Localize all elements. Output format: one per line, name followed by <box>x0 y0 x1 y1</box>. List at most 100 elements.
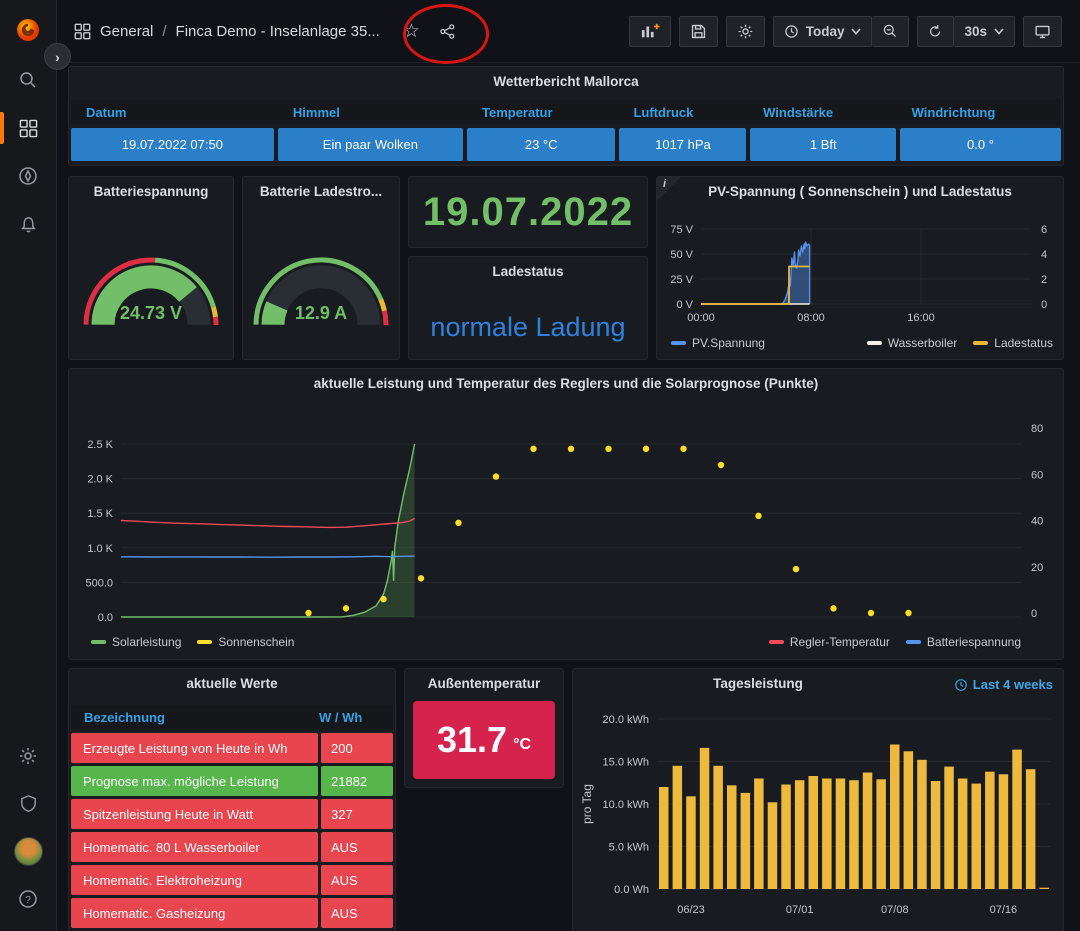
date-value: 19.07.2022 <box>409 177 647 247</box>
user-avatar[interactable] <box>0 831 56 871</box>
row-label: Homematic. Elektroheizung <box>71 865 318 895</box>
breadcrumb-section[interactable]: General <box>100 23 153 40</box>
help-icon[interactable]: ? <box>0 879 56 919</box>
svg-text:20: 20 <box>1031 562 1043 574</box>
svg-text:0: 0 <box>1031 608 1037 620</box>
dashboard-settings-button[interactable] <box>726 16 765 47</box>
sidebar-item-alerting-bell-icon[interactable] <box>0 204 56 244</box>
weather-cell-luftdruck: 1017 hPa <box>619 128 746 161</box>
svg-text:07/08: 07/08 <box>881 904 909 916</box>
legend-item-sonnenschein[interactable]: Sonnenschein <box>197 635 294 649</box>
svg-text:06/23: 06/23 <box>677 904 705 916</box>
legend-item-wasserboiler[interactable]: Wasserboiler <box>867 336 958 350</box>
column-header: Luftdruck <box>618 99 748 125</box>
weather-cell-windstaerke: 1 Bft <box>750 128 896 161</box>
panel-aussentemperatur: Außentemperatur 31.7 °C <box>404 668 564 788</box>
svg-text:80: 80 <box>1031 423 1043 435</box>
svg-text:07/16: 07/16 <box>990 904 1018 916</box>
legend-item-regler-temperatur[interactable]: Regler-Temperatur <box>769 635 890 649</box>
panel-title[interactable]: Batteriespannung <box>69 184 233 199</box>
sidebar: ? <box>0 0 57 931</box>
panel-pv-spannung: i PV-Spannung ( Sonnenschein ) und Lades… <box>656 176 1064 360</box>
temperature-stat: 31.7 °C <box>413 701 555 779</box>
panel-title[interactable]: Wetterbericht Mallorca <box>69 74 1063 89</box>
add-panel-button[interactable] <box>629 16 671 47</box>
main-legend-left: Solarleistung Sonnenschein <box>91 635 294 649</box>
panel-batteriespannung-gauge: Batteriespannung 24.73 V <box>68 176 234 360</box>
weather-cell-datum: 19.07.2022 07:50 <box>71 128 274 161</box>
ladestatus-value: normale Ladung <box>409 295 647 359</box>
table-row: Homematic. Elektroheizung AUS <box>71 865 393 895</box>
table-row: Prognose max. mögliche Leistung 21882 <box>71 766 393 796</box>
weather-cell-himmel: Ein paar Wolken <box>278 128 463 161</box>
svg-text:500.0: 500.0 <box>85 577 113 589</box>
sidebar-expand-button[interactable]: › <box>44 43 71 70</box>
svg-text:0 V: 0 V <box>676 299 693 311</box>
table-row: Erzeugte Leistung von Heute in Wh 200 <box>71 733 393 763</box>
temperature-unit: °C <box>513 736 531 754</box>
svg-text:15.0 kWh: 15.0 kWh <box>603 757 649 769</box>
toolbar: Today 30s <box>629 16 1062 47</box>
sidebar-item-dashboards[interactable] <box>0 108 56 148</box>
column-header: Bezeichnung <box>71 710 319 725</box>
svg-text:00:00: 00:00 <box>687 312 715 324</box>
svg-text:2.0 K: 2.0 K <box>87 474 113 486</box>
refresh-interval-dropdown[interactable]: 30s <box>954 16 1015 47</box>
share-icon[interactable] <box>439 23 456 40</box>
panel-datum: 19.07.2022 <box>408 176 648 248</box>
breadcrumb-dashboard-title[interactable]: Finca Demo - Inselanlage 35... <box>176 23 380 40</box>
svg-text:pro Tag: pro Tag <box>580 784 594 824</box>
kiosk-tv-button[interactable] <box>1023 16 1062 47</box>
legend-item-pv-spannung[interactable]: PV.Spannung <box>671 336 765 350</box>
settings-gear-icon[interactable] <box>0 736 56 776</box>
grafana-logo-icon[interactable] <box>0 10 56 50</box>
daily-bar-chart[interactable]: 20.0 kWh15.0 kWh10.0 kWh5.0 kWh0.0 Wh06/… <box>573 669 1065 931</box>
column-header: Temperatur <box>467 99 618 125</box>
sidebar-item-explore-compass-icon[interactable] <box>0 156 56 196</box>
row-value: AUS <box>321 832 393 862</box>
column-header: Windstärke <box>748 99 897 125</box>
main-legend-right: Regler-Temperatur Batteriespannung <box>769 635 1021 649</box>
svg-text:0.0: 0.0 <box>98 612 113 624</box>
column-header: Himmel <box>278 99 467 125</box>
weather-table-row: 19.07.2022 07:50 Ein paar Wolken 23 °C 1… <box>71 128 1061 161</box>
svg-text:07/01: 07/01 <box>786 904 814 916</box>
breadcrumb-separator: / <box>162 23 166 40</box>
weather-cell-temperatur: 23 °C <box>467 128 615 161</box>
zoom-out-button[interactable] <box>872 16 909 47</box>
panel-title[interactable]: aktuelle Werte <box>69 676 395 691</box>
main-chart[interactable]: 2.5 K2.0 K1.5 K1.0 K500.00.0806040200 <box>69 369 1065 661</box>
svg-text:10.0 kWh: 10.0 kWh <box>603 799 649 811</box>
panel-batterie-ladestrom-gauge: Batterie Ladestro... 12.9 A <box>242 176 400 360</box>
panel-wetterbericht: Wetterbericht Mallorca Datum Himmel Temp… <box>68 66 1064 166</box>
row-value: 21882 <box>321 766 393 796</box>
panel-title[interactable]: Ladestatus <box>409 264 647 279</box>
legend-item-solarleistung[interactable]: Solarleistung <box>91 635 181 649</box>
legend-item-batteriespannung[interactable]: Batteriespannung <box>906 635 1021 649</box>
star-icon[interactable]: ☆ <box>403 22 420 41</box>
pv-chart[interactable]: 75 V50 V25 V0 V642000:0008:0016:00 <box>657 177 1065 361</box>
row-value: AUS <box>321 865 393 895</box>
row-label: Spitzenleistung Heute in Watt <box>71 799 318 829</box>
time-picker-button[interactable]: Today <box>773 16 873 47</box>
column-header: Windrichtung <box>897 99 1061 125</box>
legend-item-ladestatus[interactable]: Ladestatus <box>973 336 1053 350</box>
svg-text:16:00: 16:00 <box>907 312 935 324</box>
time-range-label: Today <box>806 24 845 39</box>
gauge-batterie-ladestrom: 12.9 A <box>246 231 396 334</box>
refresh-button[interactable] <box>917 16 954 47</box>
panel-title[interactable]: Batterie Ladestro... <box>243 184 399 199</box>
svg-text:20.0 kWh: 20.0 kWh <box>603 714 649 726</box>
svg-text:50 V: 50 V <box>670 249 693 261</box>
shield-icon[interactable] <box>0 783 56 823</box>
svg-text:12.9 A: 12.9 A <box>295 303 347 323</box>
svg-text:24.73 V: 24.73 V <box>120 303 182 323</box>
weather-cell-windrichtung: 0.0 ° <box>900 128 1061 161</box>
header: General / Finca Demo - Inselanlage 35...… <box>56 0 1080 63</box>
svg-text:4: 4 <box>1041 249 1047 261</box>
save-dashboard-button[interactable] <box>679 16 718 47</box>
refresh-interval-label: 30s <box>964 24 987 39</box>
column-header: W / Wh <box>319 710 393 725</box>
panel-title[interactable]: Außentemperatur <box>405 676 563 691</box>
pv-legend: PV.Spannung Wasserboiler Ladestatus <box>671 336 1053 350</box>
